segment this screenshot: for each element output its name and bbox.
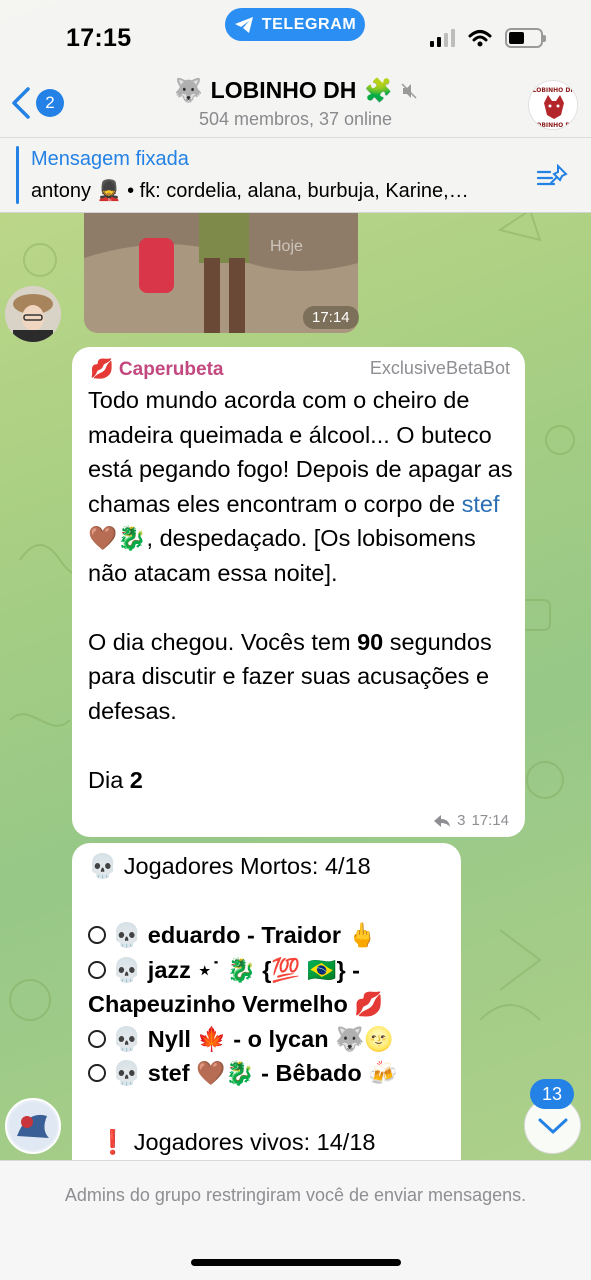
via-bot-label[interactable]: ExclusiveBetaBot	[370, 358, 510, 379]
message-time: 17:14	[471, 812, 509, 829]
wifi-icon	[468, 30, 492, 47]
chevron-down-icon	[538, 1118, 567, 1133]
player-name: 💀 jazz ⋆˙ 🐉 {💯 🇧🇷}	[112, 956, 346, 983]
pin-list-icon	[536, 163, 568, 186]
pinned-indicator	[16, 146, 19, 204]
photo-watermark: Hoje	[270, 238, 303, 255]
day-number: 2	[129, 766, 143, 793]
user-avatar-photo	[5, 286, 61, 342]
bot-avatar-photo	[9, 1102, 57, 1150]
pinned-title: Mensagem fixada	[31, 148, 189, 170]
message-text-part: Todo mundo acorda com o cheiro de madeir…	[88, 387, 513, 517]
circle-icon	[88, 960, 106, 979]
alive-header: ❗ Jogadores vivos: 14/18	[98, 1129, 376, 1155]
status-icons	[430, 28, 546, 48]
cellular-signal-icon	[430, 29, 455, 47]
battery-icon	[505, 28, 546, 48]
return-to-app-pill[interactable]: TELEGRAM	[225, 8, 365, 41]
message-meta: 3 17:14	[433, 812, 509, 829]
forward-count: 3	[457, 812, 466, 829]
chat-title-text: LOBINHO DH	[210, 77, 357, 103]
day-label: Dia	[88, 766, 130, 793]
players-list: 💀 Jogadores Mortos: 4/18 💀 eduardo - Tra…	[88, 849, 458, 1160]
muted-icon	[401, 82, 417, 99]
input-restricted-bar: Admins do grupo restringiram você de env…	[0, 1160, 591, 1280]
list-item: 💀 jazz ⋆˙ 🐉 {💯 🇧🇷} - Chapeuzinho Vermelh…	[88, 953, 458, 1022]
pinned-list-button[interactable]	[536, 163, 570, 195]
home-indicator[interactable]	[191, 1259, 401, 1266]
chat-subtitle: 504 membros, 37 online	[198, 109, 393, 129]
player-role: - Traidor 🖕	[240, 922, 377, 948]
list-item: 💀 stef 🤎🐉 - Bêbado 🍻	[88, 1056, 458, 1091]
mention-link[interactable]: stef	[462, 491, 500, 517]
status-time: 17:15	[66, 24, 132, 52]
message-bubble[interactable]: 💋 Caperubeta ExclusiveBetaBot Todo mundo…	[72, 347, 525, 837]
message-text: Todo mundo acorda com o cheiro de madeir…	[88, 383, 516, 797]
puzzle-icon: 🧩	[364, 78, 393, 104]
chat-title[interactable]: 🐺 LOBINHO DH 🧩	[0, 77, 591, 104]
circle-icon	[88, 926, 106, 944]
logo-text-top: LOBINHO DH	[533, 87, 576, 94]
forward-icon	[434, 814, 451, 827]
restricted-notice: Admins do grupo restringiram você de env…	[64, 1185, 527, 1205]
message-bubble[interactable]: 💀 Jogadores Mortos: 4/18 💀 eduardo - Tra…	[72, 843, 461, 1173]
avatar[interactable]	[5, 286, 61, 342]
message-sender[interactable]: 💋 Caperubeta	[90, 357, 223, 381]
avatar[interactable]	[5, 1098, 61, 1154]
list-item: 💀 eduardo - Traidor 🖕	[88, 918, 458, 953]
unread-mentions-badge: 13	[530, 1079, 574, 1109]
group-logo: LOBINHO DH LOBINHO DH	[530, 82, 577, 129]
player-name: 💀 eduardo	[112, 922, 241, 948]
telegram-plane-icon	[234, 16, 253, 33]
seconds-count: 90	[357, 628, 384, 655]
media-timestamp: 17:14	[303, 306, 359, 329]
chat-header: 17:15 TELEGRAM 2 🐺 LOBINHO DH 🧩 504 memb…	[0, 0, 591, 137]
wolf-icon: 🐺	[174, 78, 203, 104]
group-avatar[interactable]: LOBINHO DH LOBINHO DH	[528, 80, 578, 130]
player-name: 💀 Nyll 🍁	[112, 1025, 227, 1052]
pinned-text: antony 💂 • fk: cordelia, alana, burbuja,…	[31, 180, 469, 202]
dead-header: 💀 Jogadores Mortos: 4/18	[88, 853, 371, 879]
pinned-message-bar[interactable]: Mensagem fixada antony 💂 • fk: cordelia,…	[0, 137, 591, 213]
circle-icon	[88, 1029, 106, 1048]
circle-icon	[88, 1064, 106, 1082]
list-item: 💀 Nyll 🍁 - o lycan 🐺🌝	[88, 1022, 458, 1057]
player-name: 💀 stef 🤎🐉	[112, 1060, 255, 1086]
message-text-part: O dia chegou. Vocês tem	[88, 628, 358, 655]
player-role: - o lycan 🐺🌝	[226, 1025, 394, 1052]
app-pill-label: TELEGRAM	[261, 15, 357, 33]
player-role: - Bêbado 🍻	[254, 1060, 398, 1086]
message-text-part: 🤎🐉, despedaçado. [Os lobisomens não atac…	[88, 525, 476, 586]
